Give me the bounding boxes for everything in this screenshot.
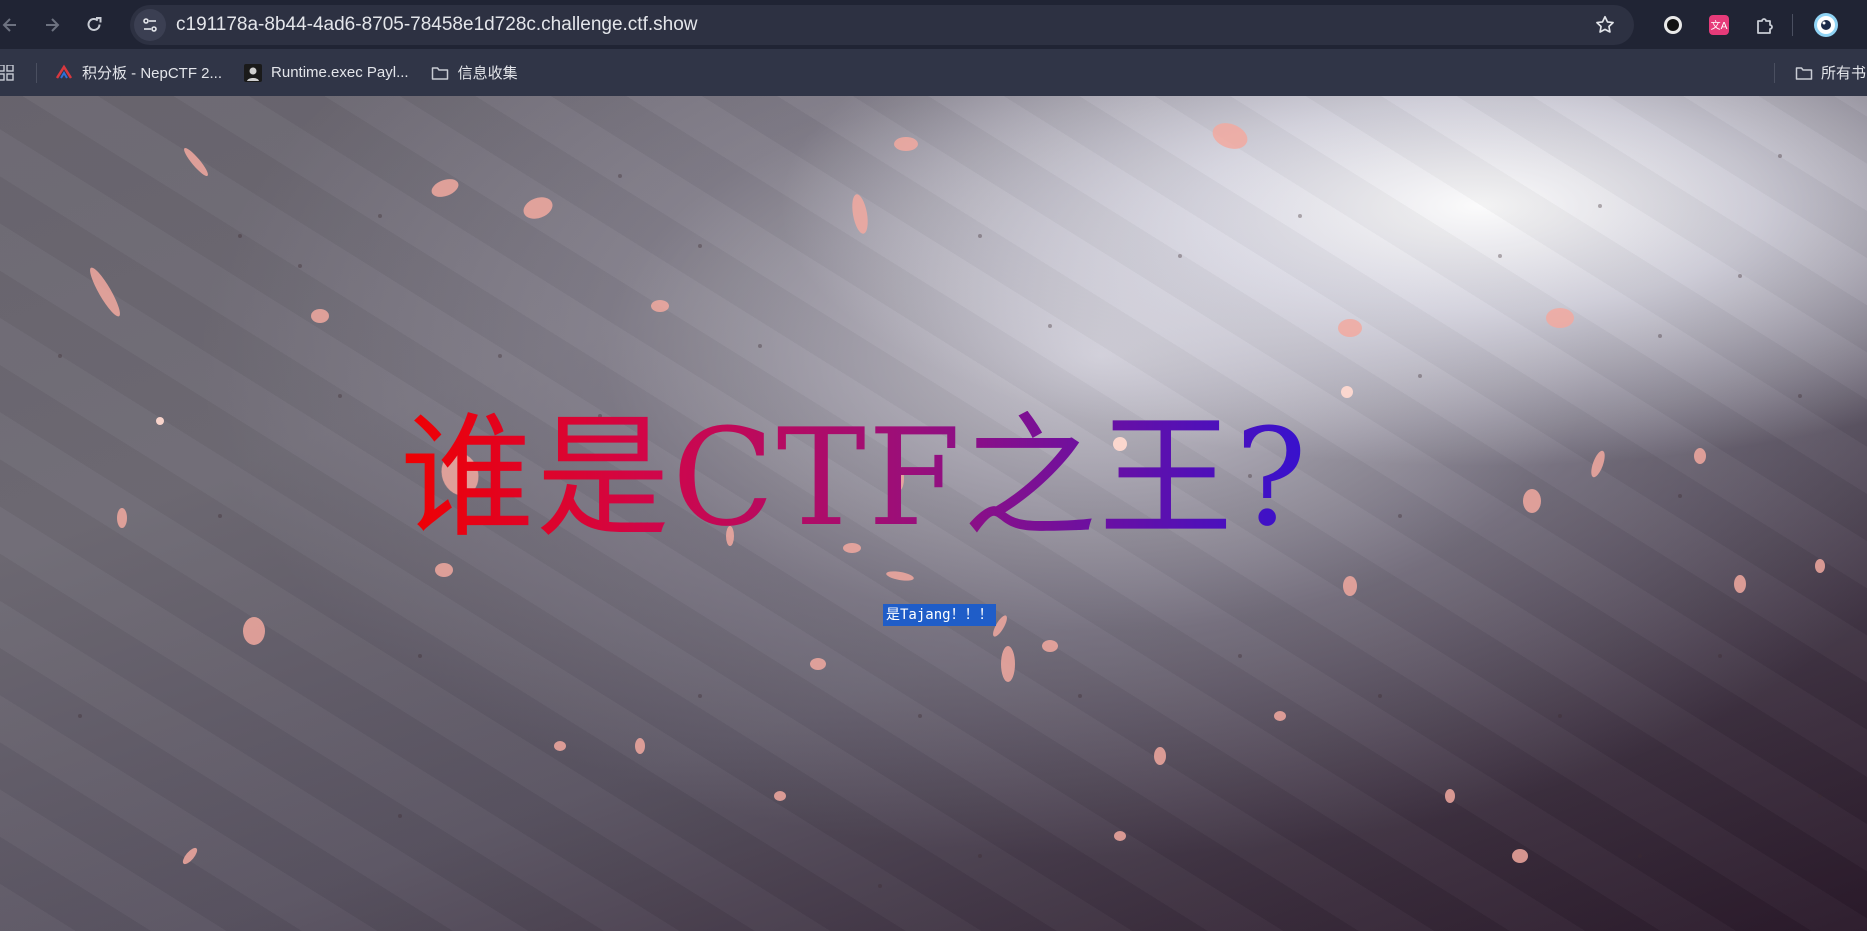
bookmarks-separator xyxy=(36,62,37,83)
bookmark-label: 信息收集 xyxy=(457,65,518,82)
site-info-button[interactable] xyxy=(134,8,166,41)
tune-icon xyxy=(143,17,157,32)
profile-avatar-icon[interactable] xyxy=(1813,12,1839,38)
all-bookmarks-label: 所有书 xyxy=(1821,65,1867,82)
page-viewport: 谁是CTF之王? 是Tajang！！！ xyxy=(0,96,1867,931)
reload-button[interactable] xyxy=(76,7,112,43)
reload-icon xyxy=(87,16,102,31)
bookmark-label: Runtime.exec Payl... xyxy=(271,64,409,81)
toolbar-separator xyxy=(1792,13,1793,36)
bookmark-nepctf[interactable]: 积分板 - NepCTF 2... xyxy=(55,62,222,83)
back-button[interactable] xyxy=(0,7,28,43)
bookmark-label: 积分板 - NepCTF 2... xyxy=(82,65,223,82)
forward-button[interactable] xyxy=(34,7,70,43)
bookmark-folder-info-gathering[interactable]: 信息收集 xyxy=(431,62,518,83)
bookmark-star-icon[interactable] xyxy=(1594,14,1616,36)
extensions-puzzle-icon[interactable] xyxy=(1752,12,1778,38)
bookmark-runtime-exec[interactable]: Runtime.exec Payl... xyxy=(244,63,409,82)
avatar-icon xyxy=(244,63,263,82)
all-bookmarks[interactable]: 所有书 xyxy=(1774,49,1866,96)
extension-record-icon[interactable] xyxy=(1660,12,1686,38)
url-text[interactable]: c191178a-8b44-4ad6-8705-78458e1d728c.cha… xyxy=(176,14,698,36)
address-bar[interactable]: c191178a-8b44-4ad6-8705-78458e1d728c.cha… xyxy=(130,4,1634,45)
nepctf-logo-icon xyxy=(55,64,73,82)
browser-toolbar: c191178a-8b44-4ad6-8705-78458e1d728c.cha… xyxy=(0,0,1867,49)
extensions-area: 文A xyxy=(1660,0,1859,49)
folder-icon xyxy=(431,64,449,82)
folder-icon xyxy=(1795,64,1813,82)
back-arrow-icon xyxy=(2,17,16,32)
forward-arrow-icon xyxy=(46,17,60,32)
highlighted-answer-text[interactable]: 是Tajang！！！ xyxy=(883,604,996,626)
bookmarks-separator xyxy=(1774,62,1775,83)
bookmarks-bar: 积分板 - NepCTF 2... Runtime.exec Payl... 信… xyxy=(0,49,1867,96)
page-title: 谁是CTF之王? xyxy=(400,411,1420,545)
svg-text:文A: 文A xyxy=(1711,19,1728,32)
apps-grid-icon[interactable] xyxy=(0,64,14,81)
extension-translate-icon[interactable]: 文A xyxy=(1706,12,1732,38)
